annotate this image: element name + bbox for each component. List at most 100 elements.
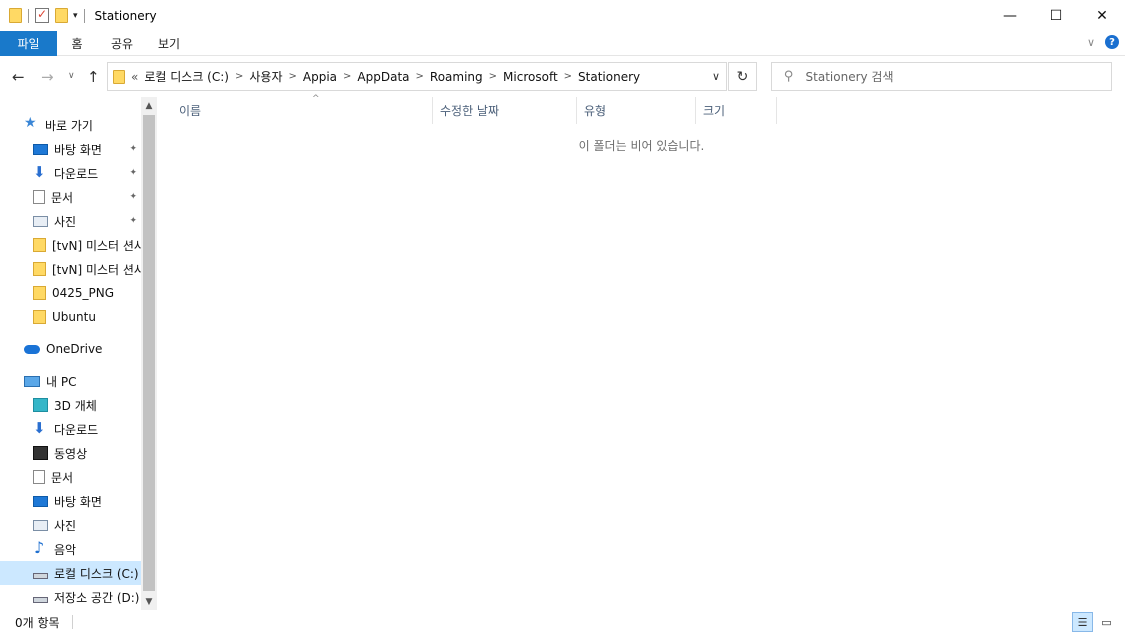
breadcrumb-item[interactable]: Microsoft (503, 70, 558, 84)
toolbar-divider (83, 8, 85, 23)
desktop-icon (33, 143, 48, 155)
tab-file[interactable]: 파일 (0, 30, 57, 56)
tab-view[interactable]: 보기 (147, 31, 191, 56)
pc-icon (24, 375, 40, 387)
sidebar-item-label: 0425_PNG (52, 286, 115, 300)
column-header-type[interactable]: 유형 (577, 97, 696, 124)
new-folder-icon[interactable] (55, 8, 68, 23)
ribbon-tabs: 파일 홈 공유 보기 ∨ ? (0, 30, 1125, 56)
details-view-button[interactable]: ☰ (1072, 612, 1093, 632)
sidebar-item-label: [tvN] 미스터 션샤 (52, 262, 141, 277)
pin-icon: ✦ (129, 144, 137, 154)
sidebar-item[interactable]: [tvN] 미스터 션샤 (0, 233, 141, 257)
search-input[interactable] (805, 69, 1086, 84)
sidebar-item[interactable]: 바탕 화면 ✦ (0, 137, 141, 161)
sidebar-item-label: 내 PC (46, 374, 77, 389)
address-history-dropdown[interactable]: ∨ (712, 70, 720, 83)
onedrive-icon (24, 344, 40, 354)
sidebar-item-label: 사진 (54, 518, 77, 533)
column-header-name[interactable]: 이름 ^ (172, 94, 433, 124)
large-icons-view-button[interactable]: ▭ (1096, 612, 1117, 632)
customize-toolbar-icon[interactable]: ▾ (73, 11, 78, 21)
up-button[interactable]: ↑ (87, 68, 100, 86)
sidebar-item-label: 바탕 화면 (54, 494, 102, 509)
drive-icon (33, 597, 48, 603)
chevron-right-icon[interactable]: > (235, 71, 243, 82)
sidebar-item-label: 로컬 디스크 (C:) (54, 566, 139, 581)
column-header-size[interactable]: 크기 (696, 97, 777, 124)
chevron-right-icon[interactable]: > (288, 71, 296, 82)
sidebar-item[interactable]: 사진 (0, 513, 141, 537)
sidebar-item[interactable]: 다운로드 ✦ (0, 161, 141, 185)
pictures-icon (33, 215, 48, 227)
sidebar-item-label: 문서 (51, 190, 74, 205)
breadcrumb-item[interactable]: 로컬 디스크 (C:) (144, 68, 229, 85)
sidebar-item-label: 3D 개체 (54, 398, 97, 413)
maximize-button[interactable]: ☐ (1033, 0, 1079, 31)
recent-locations-button[interactable]: ∨ (68, 71, 75, 81)
properties-icon[interactable] (35, 7, 49, 23)
sidebar-item[interactable]: 다운로드 (0, 417, 141, 441)
sidebar-item[interactable]: 로컬 디스크 (C:) (0, 561, 141, 585)
sidebar-item[interactable]: 사진 ✦ (0, 209, 141, 233)
music-icon (33, 538, 48, 557)
sidebar-item-label: 문서 (51, 470, 74, 485)
back-button[interactable]: ← (12, 68, 25, 86)
file-list[interactable]: 이름 ^ 수정한 날짜 유형 크기 이 폴더는 비어 있습니다. (158, 94, 1125, 610)
chevron-right-icon[interactable]: > (416, 71, 424, 82)
sidebar-item[interactable]: 3D 개체 (0, 393, 141, 417)
folder-icon (33, 262, 46, 276)
star-icon (24, 115, 39, 132)
breadcrumb-item[interactable]: AppData (357, 70, 409, 84)
sidebar-item[interactable]: 내 PC (0, 369, 141, 393)
chevron-right-icon[interactable]: > (489, 71, 497, 82)
navigation-pane-scrollbar[interactable]: ▲ ▼ (141, 97, 157, 610)
download-icon (33, 163, 48, 181)
sidebar-item[interactable]: Ubuntu (0, 305, 141, 329)
3d-objects-icon (33, 398, 48, 412)
sidebar-item[interactable]: 저장소 공간 (D:) (0, 585, 141, 609)
breadcrumb-item[interactable]: 사용자 (249, 68, 282, 85)
sidebar-item[interactable]: 0425_PNG (0, 281, 141, 305)
status-bar: 0개 항목 ☰ ▭ (0, 610, 1125, 634)
navigation-pane: 바로 가기바탕 화면 ✦ 다운로드 ✦ 문서 ✦ 사진 ✦ [tvN] 미스터 션샤 [tvN] … (0, 97, 157, 610)
sidebar-item[interactable]: 문서 (0, 465, 141, 489)
folder-icon (113, 69, 125, 84)
scroll-up-button[interactable]: ▲ (141, 97, 157, 114)
forward-button[interactable]: → (41, 68, 54, 86)
breadcrumb-item-current[interactable]: Stationery (578, 70, 640, 84)
sidebar-item-label: [tvN] 미스터 션샤 (52, 238, 141, 253)
breadcrumb-item[interactable]: Roaming (430, 70, 483, 84)
sidebar-item[interactable]: 바로 가기 (0, 113, 141, 137)
drive-icon (33, 573, 48, 579)
sidebar-item[interactable]: [tvN] 미스터 션샤 (0, 257, 141, 281)
close-button[interactable]: ✕ (1079, 0, 1125, 31)
minimize-button[interactable]: — (987, 0, 1033, 31)
sidebar-item-label: 사진 (54, 214, 77, 229)
sidebar-item-label: 동영상 (54, 446, 88, 461)
address-bar[interactable]: « 로컬 디스크 (C:) > 사용자 > Appia > AppData > … (107, 62, 727, 91)
help-icon[interactable]: ? (1105, 35, 1119, 49)
chevron-right-icon[interactable]: > (564, 71, 572, 82)
chevron-right-icon[interactable]: > (343, 71, 351, 82)
tab-home[interactable]: 홈 (57, 31, 97, 56)
pin-icon: ✦ (129, 192, 137, 202)
sidebar-item[interactable]: 바탕 화면 (0, 489, 141, 513)
sidebar-item[interactable]: 동영상 (0, 441, 141, 465)
desktop-icon (33, 495, 48, 507)
tab-share[interactable]: 공유 (97, 31, 147, 56)
window-title: Stationery (94, 8, 157, 23)
sidebar-item[interactable]: 음악 (0, 537, 141, 561)
sidebar-item[interactable]: 문서 ✦ (0, 185, 141, 209)
scrollbar-thumb[interactable] (143, 115, 155, 591)
breadcrumb-item[interactable]: Appia (303, 70, 337, 84)
column-header-date-modified[interactable]: 수정한 날짜 (433, 97, 577, 124)
item-count: 0개 항목 (15, 615, 60, 630)
search-box[interactable]: ⚲ (771, 62, 1112, 91)
refresh-button[interactable]: ↻ (728, 62, 757, 91)
column-label: 크기 (703, 104, 726, 118)
sidebar-item[interactable]: OneDrive (0, 337, 141, 361)
scroll-down-button[interactable]: ▼ (141, 593, 157, 610)
expand-ribbon-icon[interactable]: ∨ (1087, 36, 1095, 49)
breadcrumb-overflow[interactable]: « (131, 70, 138, 84)
